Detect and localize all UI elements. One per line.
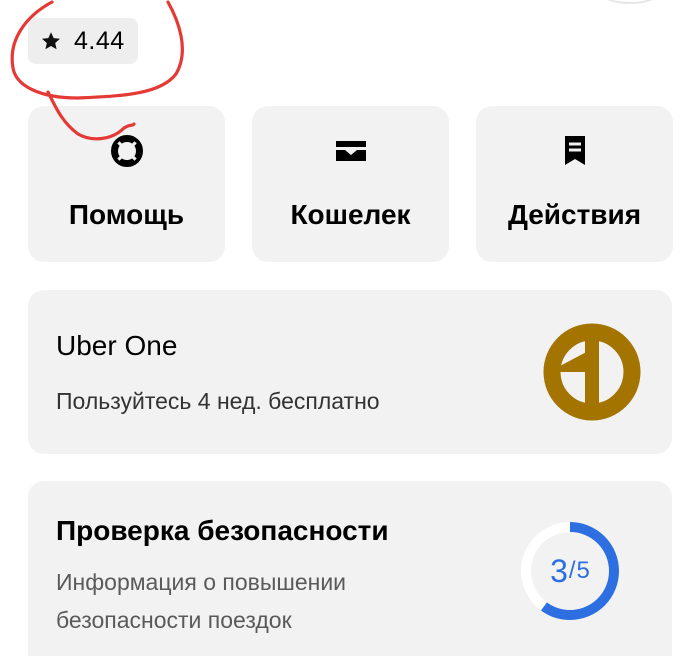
wallet-label: Кошелек <box>290 199 411 230</box>
wallet-button[interactable]: Кошелек <box>252 106 449 262</box>
help-button[interactable]: Помощь <box>28 106 225 262</box>
uber-one-title: Uber One <box>56 330 178 361</box>
wallet-icon <box>335 141 366 161</box>
uber-one-card[interactable]: Uber One Пользуйтесь 4 нед. бесплатно <box>28 290 672 454</box>
help-label: Помощь <box>68 199 185 230</box>
rating-badge: 4.44 <box>28 18 138 64</box>
avatar[interactable] <box>590 0 670 4</box>
safety-progress-label: 3 / 5 <box>550 552 590 589</box>
rating-value: 4.44 <box>74 26 125 55</box>
activity-button[interactable]: Действия <box>476 106 673 262</box>
safety-progress-total: 5 <box>576 557 590 584</box>
uber-one-subtitle: Пользуйтесь 4 нед. бесплатно <box>56 388 380 414</box>
safety-title: Проверка безопасности <box>56 515 389 546</box>
lifebuoy-icon <box>110 135 143 167</box>
star-icon <box>42 32 60 50</box>
safety-subtitle: Информация о повышении безопасности поез… <box>56 569 347 633</box>
activity-label: Действия <box>507 199 642 230</box>
safety-progress-done: 3 <box>550 552 568 589</box>
safety-checkup-card[interactable]: Проверка безопасности Информация о повыш… <box>28 481 672 656</box>
receipt-icon <box>564 136 585 165</box>
uber-one-logo-icon <box>543 323 641 421</box>
